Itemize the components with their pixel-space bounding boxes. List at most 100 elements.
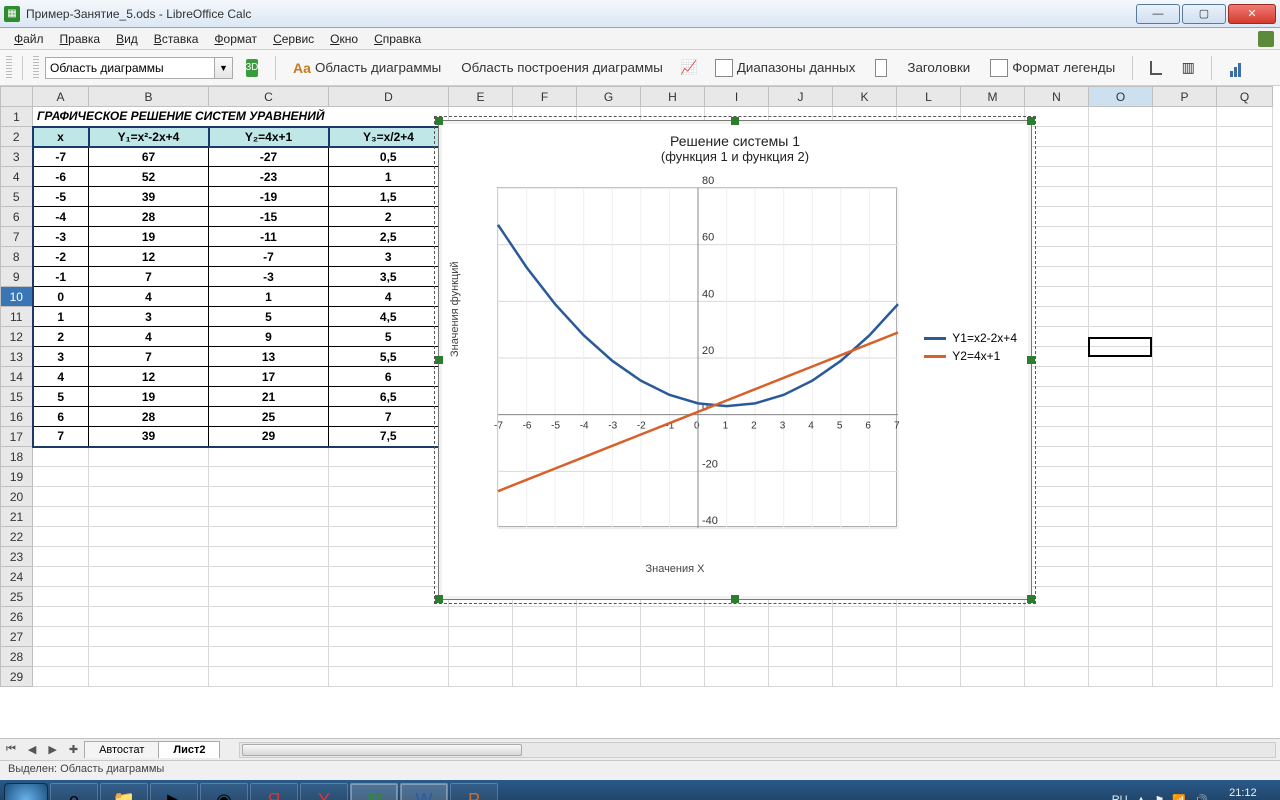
cell[interactable] bbox=[1025, 547, 1089, 567]
cell[interactable] bbox=[329, 647, 449, 667]
chart-object[interactable]: Решение системы 1 (функция 1 и функция 2… bbox=[438, 120, 1032, 600]
cell[interactable] bbox=[1153, 587, 1217, 607]
close-button[interactable]: ✕ bbox=[1228, 4, 1276, 24]
bars-icon[interactable] bbox=[1222, 55, 1248, 81]
cell[interactable] bbox=[1089, 147, 1153, 167]
row-header[interactable]: 22 bbox=[1, 527, 33, 547]
row-header[interactable]: 5 bbox=[1, 187, 33, 207]
cell[interactable] bbox=[577, 627, 641, 647]
data-cell[interactable]: -6 bbox=[33, 167, 89, 187]
start-button[interactable] bbox=[4, 783, 48, 800]
cell[interactable] bbox=[33, 467, 89, 487]
cell[interactable] bbox=[1217, 347, 1273, 367]
cell[interactable] bbox=[513, 667, 577, 687]
cell[interactable] bbox=[449, 667, 513, 687]
cell[interactable] bbox=[1217, 547, 1273, 567]
cell[interactable] bbox=[1089, 247, 1153, 267]
system-tray[interactable]: RU ▲ ⚑ 📶 🔊 21:12 13.11.2016 bbox=[1112, 786, 1276, 800]
hgrid-icon[interactable] bbox=[1143, 55, 1169, 81]
cell[interactable] bbox=[641, 647, 705, 667]
cell[interactable] bbox=[209, 667, 329, 687]
cell[interactable] bbox=[1153, 207, 1217, 227]
cell[interactable] bbox=[33, 647, 89, 667]
cell[interactable] bbox=[209, 487, 329, 507]
cell[interactable] bbox=[1153, 307, 1217, 327]
cell[interactable] bbox=[1025, 667, 1089, 687]
task-yabrowser-icon[interactable]: Y bbox=[300, 783, 348, 800]
update-icon[interactable] bbox=[1258, 31, 1274, 47]
resize-handle[interactable] bbox=[435, 595, 443, 603]
cell[interactable] bbox=[705, 627, 769, 647]
cell[interactable] bbox=[329, 667, 449, 687]
table-icon[interactable] bbox=[868, 55, 894, 81]
cell[interactable] bbox=[641, 607, 705, 627]
cell[interactable] bbox=[769, 647, 833, 667]
data-cell[interactable]: 4,5 bbox=[329, 307, 449, 327]
plot-area-button[interactable]: Область построения диаграммы bbox=[454, 55, 670, 81]
cell[interactable] bbox=[1217, 127, 1273, 147]
cell[interactable] bbox=[33, 627, 89, 647]
cell[interactable] bbox=[1153, 467, 1217, 487]
row-header[interactable]: 29 bbox=[1, 667, 33, 687]
cell[interactable] bbox=[1217, 187, 1273, 207]
cell[interactable] bbox=[1089, 527, 1153, 547]
menu-window[interactable]: Окно bbox=[322, 30, 366, 48]
cell[interactable] bbox=[1153, 107, 1217, 127]
cell[interactable] bbox=[1025, 367, 1089, 387]
cell[interactable] bbox=[961, 607, 1025, 627]
resize-handle[interactable] bbox=[1027, 595, 1035, 603]
cell[interactable] bbox=[1153, 327, 1217, 347]
cell[interactable] bbox=[1217, 207, 1273, 227]
cell[interactable] bbox=[33, 587, 89, 607]
cube-icon[interactable]: 3D bbox=[239, 55, 265, 81]
row-header[interactable]: 19 bbox=[1, 467, 33, 487]
cell[interactable] bbox=[1217, 327, 1273, 347]
cell[interactable] bbox=[1089, 367, 1153, 387]
row-header[interactable]: 7 bbox=[1, 227, 33, 247]
row-header[interactable]: 21 bbox=[1, 507, 33, 527]
cell[interactable] bbox=[1025, 527, 1089, 547]
cell[interactable] bbox=[1025, 227, 1089, 247]
data-cell[interactable]: 5 bbox=[329, 327, 449, 347]
vgrid-icon[interactable]: ▥ bbox=[1175, 55, 1201, 81]
data-cell[interactable]: 39 bbox=[89, 427, 209, 447]
cell[interactable] bbox=[329, 507, 449, 527]
cell[interactable] bbox=[1153, 567, 1217, 587]
cell[interactable] bbox=[209, 467, 329, 487]
data-cell[interactable]: -2 bbox=[33, 247, 89, 267]
cell[interactable] bbox=[1153, 247, 1217, 267]
cell[interactable] bbox=[1217, 167, 1273, 187]
cell[interactable] bbox=[1025, 127, 1089, 147]
cell[interactable] bbox=[33, 487, 89, 507]
cell[interactable] bbox=[833, 627, 897, 647]
cell[interactable] bbox=[209, 567, 329, 587]
data-cell[interactable]: 7 bbox=[329, 407, 449, 427]
cell[interactable] bbox=[449, 607, 513, 627]
tray-clock[interactable]: 21:12 13.11.2016 bbox=[1216, 786, 1270, 800]
cell[interactable] bbox=[1025, 187, 1089, 207]
cell[interactable] bbox=[897, 647, 961, 667]
cell[interactable] bbox=[1153, 447, 1217, 467]
menu-format[interactable]: Формат bbox=[206, 30, 265, 48]
row-header[interactable]: 16 bbox=[1, 407, 33, 427]
task-powerpoint-icon[interactable]: P bbox=[450, 783, 498, 800]
row-header[interactable]: 8 bbox=[1, 247, 33, 267]
cell[interactable] bbox=[1089, 307, 1153, 327]
cell[interactable] bbox=[209, 507, 329, 527]
cell[interactable] bbox=[1153, 347, 1217, 367]
data-cell[interactable]: 0 bbox=[33, 287, 89, 307]
cell[interactable] bbox=[329, 567, 449, 587]
tab-nav-prev[interactable]: ◀ bbox=[22, 743, 42, 756]
cell[interactable] bbox=[897, 607, 961, 627]
chart-element-input[interactable] bbox=[45, 57, 215, 79]
cell[interactable] bbox=[1153, 127, 1217, 147]
cell[interactable] bbox=[1153, 487, 1217, 507]
cell[interactable] bbox=[89, 507, 209, 527]
data-cell[interactable]: 7 bbox=[89, 267, 209, 287]
data-cell[interactable]: 4 bbox=[33, 367, 89, 387]
col-header[interactable]: E bbox=[449, 87, 513, 107]
row-header[interactable]: 15 bbox=[1, 387, 33, 407]
maximize-button[interactable]: ▢ bbox=[1182, 4, 1226, 24]
data-cell[interactable]: -3 bbox=[209, 267, 329, 287]
data-cell[interactable]: 19 bbox=[89, 387, 209, 407]
